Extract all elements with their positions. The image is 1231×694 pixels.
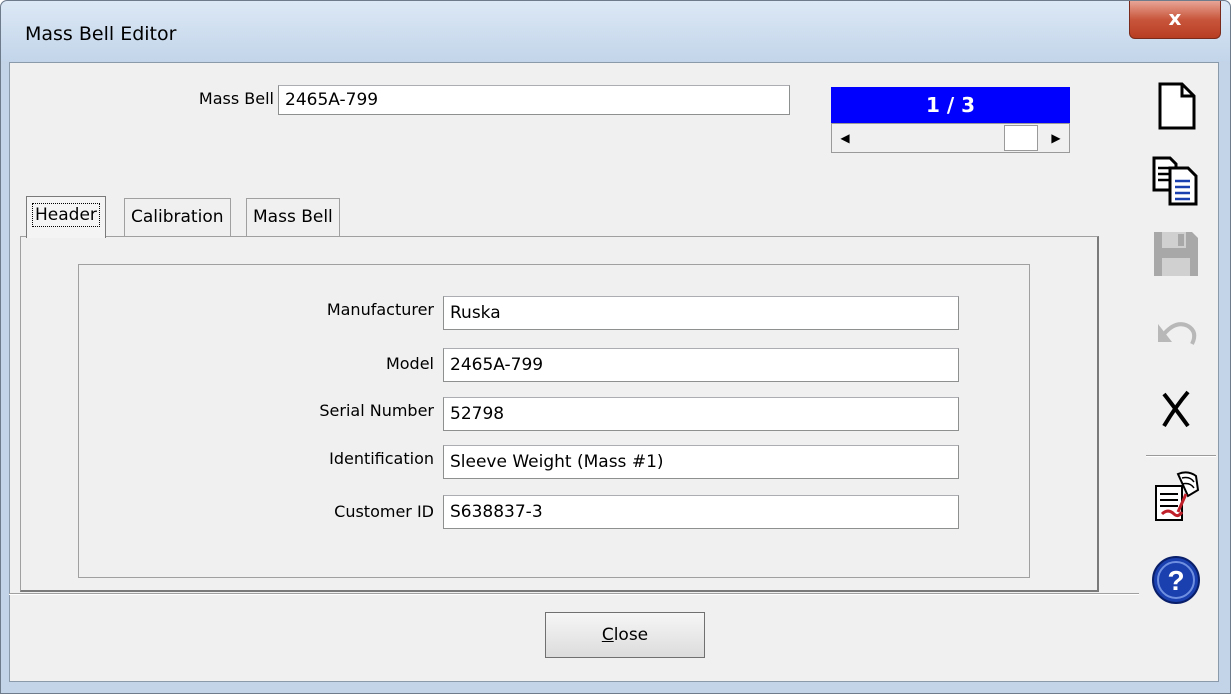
- copy-icon: [1152, 156, 1198, 206]
- tab-mass-bell-label: Mass Bell: [253, 207, 333, 227]
- svg-text:?: ?: [1167, 565, 1184, 596]
- customer-id-input[interactable]: S638837-3: [443, 495, 959, 529]
- serial-number-label: Serial Number: [319, 401, 434, 420]
- model-label: Model: [385, 354, 434, 373]
- tab-header[interactable]: Header: [26, 196, 106, 238]
- footer-separator: [9, 593, 1139, 595]
- close-button-mnemonic: C: [601, 625, 614, 645]
- new-document-icon: [1158, 82, 1196, 130]
- record-scrollbar[interactable]: ◀ ▶: [831, 123, 1070, 153]
- manufacturer-input[interactable]: Ruska: [443, 296, 959, 330]
- undo-icon: [1158, 322, 1197, 345]
- toolbar-separator: [1146, 455, 1216, 457]
- tab-calibration-label: Calibration: [131, 207, 224, 227]
- scroll-right-button[interactable]: ▶: [1044, 125, 1068, 151]
- record-counter: 1 / 3: [831, 87, 1070, 123]
- close-button[interactable]: Close: [545, 612, 705, 658]
- manufacturer-label: Manufacturer: [326, 300, 434, 319]
- tab-header-label: Header: [32, 203, 100, 227]
- model-input[interactable]: 2465A-799: [443, 348, 959, 382]
- customer-id-label: Customer ID: [334, 502, 434, 521]
- save-button[interactable]: [1148, 226, 1204, 282]
- scroll-thumb[interactable]: [1004, 125, 1038, 151]
- serial-number-input[interactable]: 52798: [443, 397, 959, 431]
- help-icon: ?: [1152, 556, 1200, 604]
- mass-bell-input[interactable]: 2465A-799: [278, 85, 790, 115]
- identification-label: Identification: [329, 449, 434, 468]
- identification-input[interactable]: Sleeve Weight (Mass #1): [443, 445, 959, 479]
- scroll-left-button[interactable]: ◀: [833, 125, 857, 151]
- delete-icon: [1162, 390, 1190, 428]
- tab-mass-bell[interactable]: Mass Bell: [246, 198, 340, 236]
- save-icon: [1154, 232, 1198, 276]
- undo-button[interactable]: [1148, 302, 1204, 358]
- delete-button[interactable]: [1148, 380, 1204, 436]
- close-button-label: lose: [613, 625, 649, 645]
- tab-calibration[interactable]: Calibration: [124, 198, 231, 236]
- title-bar: Mass Bell Editor x: [1, 1, 1230, 61]
- close-icon: x: [1168, 6, 1182, 30]
- mass-bell-label: Mass Bell: [198, 89, 274, 108]
- window-title: Mass Bell Editor: [25, 23, 177, 45]
- new-record-button[interactable]: [1148, 78, 1204, 134]
- help-button[interactable]: ?: [1148, 552, 1204, 608]
- sign-document-button[interactable]: [1148, 466, 1204, 522]
- copy-record-button[interactable]: [1148, 150, 1204, 206]
- window-close-button[interactable]: x: [1129, 1, 1221, 39]
- sign-document-icon: [1155, 471, 1200, 521]
